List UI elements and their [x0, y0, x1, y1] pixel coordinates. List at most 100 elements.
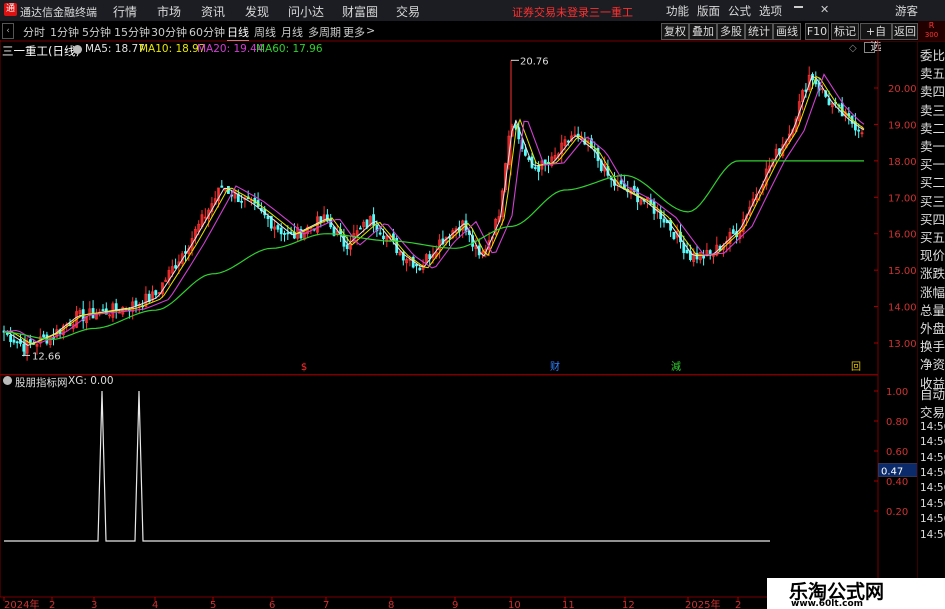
x-tick-label: 12 — [622, 600, 635, 609]
cursor-value-label: 0.47 — [881, 467, 903, 478]
event-marker: 财 — [550, 360, 560, 373]
candle-body — [42, 334, 45, 338]
y-tick-label: 13.00 — [888, 339, 917, 350]
menu-quotes[interactable]: 行情 — [113, 3, 137, 20]
quote-side-panel: 委比 卖五 卖四 卖三 卖二 卖一 买一 买二 买三 买四 买五 现价 涨跌 涨幅 总量 外盘 换手 净资 收益 自动… — [917, 41, 945, 609]
period-weekly[interactable]: 周线 — [254, 24, 276, 40]
period-1min[interactable]: 1分钟 — [50, 24, 79, 40]
menu-news[interactable]: 资讯 — [201, 3, 225, 20]
x-tick-label: 2024年 — [4, 598, 39, 609]
minimize-icon[interactable] — [794, 6, 803, 8]
period-monthly[interactable]: 月线 — [281, 24, 303, 40]
candle-body — [174, 265, 178, 269]
candle-body — [708, 250, 712, 255]
adjust-button[interactable]: 复权 — [661, 23, 689, 40]
xg-line — [4, 390, 770, 542]
menu-ask[interactable]: 问小达 — [288, 3, 324, 20]
candle-body — [15, 341, 19, 344]
menu-function[interactable]: 功能 — [666, 3, 689, 19]
candle-body — [12, 339, 16, 343]
candlestick-chart[interactable]: 20.00 19.00 18.00 17.00 16.00 15.00 14.00 13.00… — [0, 40, 918, 376]
candle-body — [240, 200, 244, 203]
menu-discover[interactable]: 发现 — [245, 3, 269, 20]
x-tick-label: 11 — [562, 600, 575, 609]
menu-options[interactable]: 选项 — [759, 3, 782, 19]
event-marker: $ — [301, 362, 307, 373]
candle-body — [283, 233, 286, 235]
period-60min[interactable]: 60分钟 — [189, 24, 225, 40]
candle-body — [619, 180, 623, 185]
period-more[interactable]: 更多 — [343, 24, 365, 40]
y-tick-label: 14.00 — [888, 303, 917, 314]
quote-row-label: 买一 — [920, 157, 945, 173]
candle-body — [731, 229, 735, 234]
y-tick-label: 0.40 — [886, 477, 908, 488]
trade-time: 14:56 — [920, 451, 945, 464]
candle-body — [345, 244, 349, 250]
candle-body — [382, 235, 385, 240]
candle-body — [672, 231, 676, 240]
period-daily[interactable]: 日线 — [227, 24, 249, 41]
candle-body — [372, 214, 376, 226]
y-tick-label: 19.00 — [888, 120, 917, 131]
x-tick-label: 8 — [388, 600, 394, 609]
period-tick[interactable]: 分时 — [23, 24, 45, 40]
quote-row-label: 涨幅 — [920, 284, 945, 300]
x-tick-label: 4 — [152, 600, 158, 609]
candle-body — [524, 149, 527, 156]
period-15min[interactable]: 15分钟 — [114, 24, 150, 40]
chevron-right-icon[interactable]: > — [366, 24, 375, 37]
chevron-left-icon[interactable]: ‹ — [2, 23, 14, 39]
candle-body — [576, 133, 580, 137]
candle-body — [685, 249, 689, 254]
y-tick-label: 17.00 — [888, 193, 917, 204]
quote-row-label: 买五 — [920, 230, 945, 245]
indicator-chart[interactable]: 1.00 0.80 0.60 0.40 0.20 0.47 — [0, 374, 918, 598]
y-tick-label: 0.80 — [886, 417, 908, 428]
menu-market[interactable]: 市场 — [157, 3, 181, 20]
candle-body — [418, 267, 422, 271]
guest-label[interactable]: 游客 — [895, 3, 918, 19]
period-5min[interactable]: 5分钟 — [82, 24, 111, 40]
y-tick-label: 0.60 — [886, 447, 908, 458]
period-multi[interactable]: 多周期 — [308, 24, 341, 40]
menu-layout[interactable]: 版面 — [697, 3, 720, 19]
menu-trade[interactable]: 交易 — [396, 3, 420, 20]
candle-body — [365, 219, 369, 228]
candle-body — [134, 300, 138, 307]
candle-body — [358, 227, 362, 230]
multi-stock-button[interactable]: 多股 — [717, 23, 745, 40]
add-watchlist-button[interactable]: +自选 — [860, 23, 892, 53]
x-tick-label: 2 — [49, 600, 55, 609]
menu-formula[interactable]: 公式 — [728, 3, 751, 19]
quote-row-label: 买四 — [920, 211, 945, 227]
mark-button[interactable]: 标记 — [831, 23, 859, 40]
quote-row-label: 卖四 — [920, 84, 945, 100]
back-button[interactable]: 返回 — [892, 23, 918, 40]
x-tick-label: 3 — [91, 600, 97, 609]
trade-time: 14:56 — [920, 528, 945, 541]
y-tick-label: 20.00 — [888, 84, 917, 95]
trade-label: 自动 — [920, 387, 945, 402]
login-alert[interactable]: 证券交易未登录 — [512, 4, 589, 20]
draw-line-button[interactable]: 画线 — [773, 23, 801, 40]
candle-body — [276, 225, 280, 230]
f10-button[interactable]: F10 — [805, 23, 829, 40]
x-tick-label: 6 — [269, 600, 275, 609]
candle-body — [286, 232, 290, 235]
candle-body — [662, 218, 666, 223]
quote-row-label: 卖五 — [920, 66, 945, 82]
period-toolbar: ‹ 分时 1分钟 5分钟 15分钟 30分钟 60分钟 日线 周线 月线 多周期… — [0, 21, 945, 53]
trade-time: 14:56 — [920, 513, 945, 526]
stats-button[interactable]: 统计 — [745, 23, 773, 40]
x-tick-label: 2025年 — [685, 598, 720, 609]
overlay-button[interactable]: 叠加 — [689, 23, 717, 40]
watermark-url: www.60lt.com — [791, 599, 864, 609]
candle-body — [827, 98, 831, 105]
close-icon[interactable]: ✕ — [820, 3, 829, 16]
watermark: 乐淘公式网 www.60lt.com — [767, 578, 945, 609]
menu-wealth[interactable]: 财富圈 — [342, 3, 378, 20]
trade-time: 14:56 — [920, 497, 945, 510]
period-30min[interactable]: 30分钟 — [151, 24, 187, 40]
trade-time: 14:56 — [920, 482, 945, 495]
